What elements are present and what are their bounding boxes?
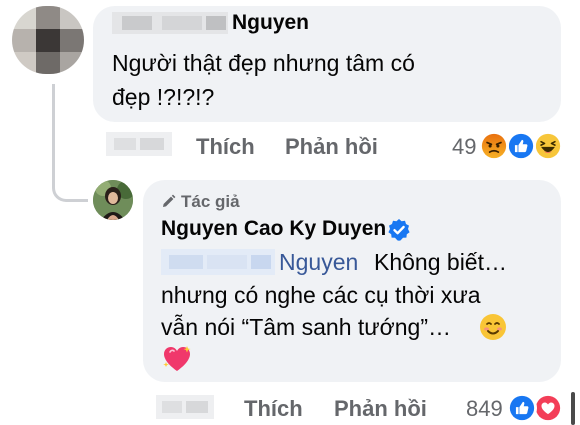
author-name[interactable]: Nguyen Cao Ky Duyen bbox=[161, 217, 386, 241]
smiling-face-emoji-icon bbox=[480, 314, 506, 340]
comment-reaction-count[interactable]: 49 bbox=[452, 134, 476, 160]
comment-like-button[interactable]: Thích bbox=[196, 134, 255, 160]
haha-reaction-icon[interactable] bbox=[533, 131, 563, 161]
like-reaction-icon[interactable] bbox=[507, 393, 537, 423]
comment-timestamp-pixelated[interactable] bbox=[106, 132, 172, 156]
sparkling-heart-emoji-icon bbox=[163, 346, 191, 371]
pencil-icon bbox=[163, 194, 176, 207]
reply-text-line-2: nhưng có nghe các cụ thời xưa bbox=[161, 282, 481, 308]
scrollbar[interactable] bbox=[571, 392, 575, 425]
reply-like-button[interactable]: Thích bbox=[244, 396, 303, 422]
verified-badge-icon bbox=[388, 219, 410, 241]
commenter-name[interactable]: Nguyen bbox=[232, 11, 309, 35]
reply-text-line-1: Không biết… bbox=[374, 249, 507, 275]
comment-text-line-2: đẹp !?!?!? bbox=[112, 84, 215, 110]
author-badge-label: Tác giả bbox=[181, 192, 240, 211]
author-avatar[interactable] bbox=[93, 180, 133, 220]
like-reaction-icon[interactable] bbox=[506, 131, 536, 161]
reply-thread-connector bbox=[52, 84, 88, 202]
reply-text-line-3: vẫn nói “Tâm sanh tướng”… bbox=[161, 314, 451, 340]
reply-reply-button[interactable]: Phản hồi bbox=[334, 396, 427, 422]
angry-reaction-icon[interactable] bbox=[479, 131, 509, 161]
reply-reaction-count[interactable]: 849 bbox=[466, 396, 503, 422]
comment-reply-button[interactable]: Phản hồi bbox=[285, 134, 378, 160]
love-reaction-icon[interactable] bbox=[533, 393, 563, 423]
commenter-name-pixelated[interactable] bbox=[112, 12, 228, 34]
reply-timestamp-pixelated[interactable] bbox=[156, 395, 214, 419]
mention-name-pixelated[interactable] bbox=[161, 249, 275, 275]
comment-text-line-1: Người thật đẹp nhưng tâm có bbox=[112, 50, 415, 76]
commenter-avatar-pixelated[interactable] bbox=[12, 6, 84, 74]
mention-name[interactable]: Nguyen bbox=[279, 249, 358, 276]
